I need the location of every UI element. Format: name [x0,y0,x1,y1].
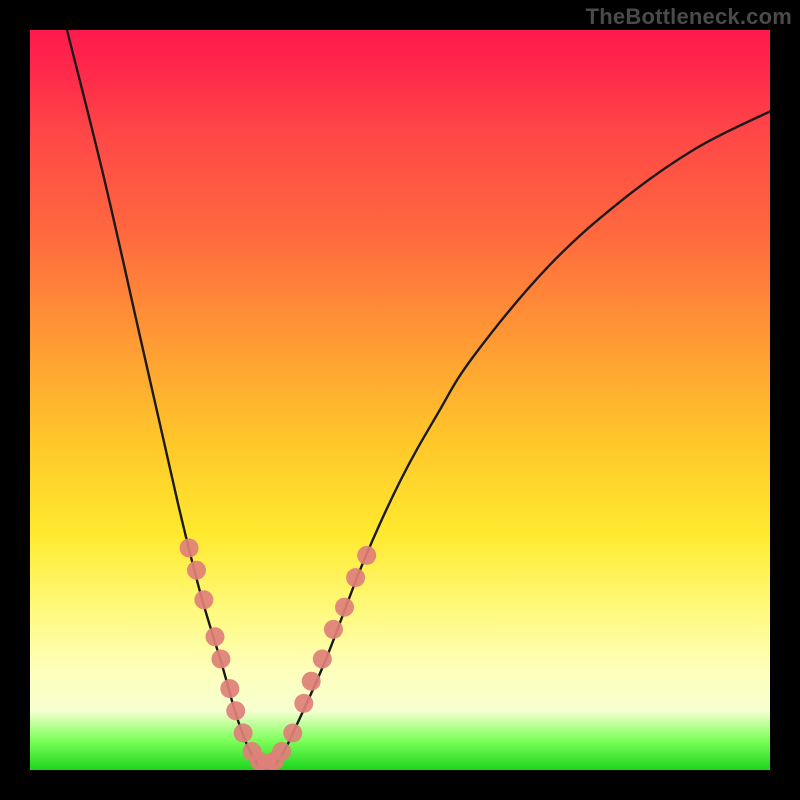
highlight-dot [357,546,376,565]
highlight-dot [226,701,245,720]
highlight-dot [187,561,206,580]
highlight-dot [313,650,332,669]
bottleneck-curve [67,30,770,770]
chart-svg [30,30,770,770]
highlight-dot [294,694,313,713]
highlight-dot [302,672,321,691]
highlight-dot [234,724,253,743]
highlight-dot [180,539,199,558]
dots-layer [180,539,377,771]
highlight-dot [211,650,230,669]
plot-area [30,30,770,770]
chart-frame [30,30,770,770]
curve-layer [67,30,770,770]
highlight-dot [335,598,354,617]
highlight-dot [346,568,365,587]
highlight-dot [220,679,239,698]
highlight-dot [272,742,291,761]
highlight-dot [206,627,225,646]
highlight-dot [194,590,213,609]
highlight-dot [324,620,343,639]
watermark-text: TheBottleneck.com [586,4,792,30]
highlight-dot [283,724,302,743]
